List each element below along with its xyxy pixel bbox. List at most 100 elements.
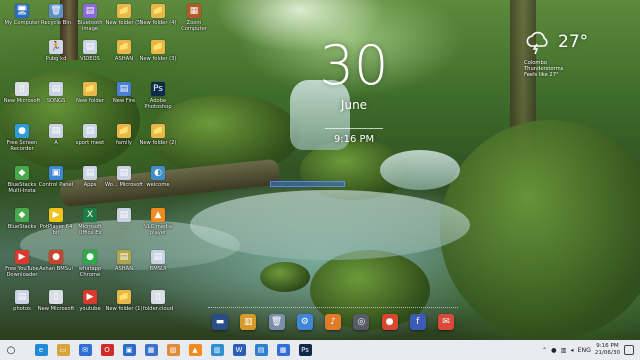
weather-details: Colombo Thunderstorms Feels like 27° [524, 60, 563, 79]
taskbar-paint-button[interactable]: ▨ [162, 340, 184, 360]
taskbar-file-explorer-button[interactable]: ▭ [52, 340, 74, 360]
desktop-icon[interactable]: ● Ashan BMSuI [38, 250, 74, 272]
desktop-icon[interactable]: ▤ Apps [72, 166, 108, 188]
desktop-icon[interactable]: 📁 New folder (5) [105, 4, 143, 26]
desktop-icon-glyph: ● [49, 250, 63, 264]
desktop-icon[interactable]: 📁 New folder (1) [105, 290, 143, 312]
desktop-icon-glyph: ▯ [49, 290, 63, 304]
taskbar-word-button[interactable]: W [228, 340, 250, 360]
desktop-icon[interactable]: ▯ New Microsoft [4, 82, 40, 104]
desktop-icon[interactable]: ▤ Wo... Microsoft [105, 166, 143, 188]
dock-divider [208, 307, 458, 308]
desktop-icon[interactable]: ▤ BMSUI [140, 250, 176, 272]
dock-folder-icon[interactable]: ▥ [240, 314, 257, 330]
desktop-icon-glyph: 📁 [117, 290, 131, 304]
vlc-icon: ▲ [188, 344, 202, 356]
desktop-icon[interactable]: ▤ Bluetooth image [72, 4, 108, 32]
desktop-icon[interactable]: ▤ VIDEOS [72, 40, 108, 62]
taskbar-edge-button[interactable]: e [30, 340, 52, 360]
desktop-icon-glyph: 🖥 [15, 4, 29, 18]
dock-facebook-icon[interactable]: f [409, 314, 426, 330]
start-button[interactable]: ○ [0, 340, 22, 360]
taskbar-mail-button[interactable]: ✉ [74, 340, 96, 360]
desktop-icon-glyph: X [83, 208, 97, 222]
desktop-icon-glyph: ▯ [151, 290, 165, 304]
desktop-icon[interactable]: ◆ BlueStacks [4, 208, 40, 230]
dock-recycle-bin-icon[interactable]: 🗑 [268, 314, 285, 330]
clock-day: 30 [319, 34, 389, 97]
desktop-icon[interactable]: ▤ New Fire [106, 82, 142, 104]
clock-time: 9:16 PM [333, 134, 375, 145]
taskbar-photos-button[interactable]: ▦ [140, 340, 162, 360]
desktop-icon[interactable]: ▦ Zoom Computer [176, 4, 212, 32]
system-tray: ⌃ ● ▥ ◂ ENG 9:16 PM 21/06/30 [542, 340, 640, 360]
dock-media-icon[interactable]: ♪ [325, 314, 341, 330]
desktop-icon[interactable]: X Microsoft Office Ex [72, 208, 108, 236]
desktop-icon[interactable]: ● Free Screen Recorder [4, 124, 40, 152]
taskbar-vlc-button[interactable]: ▲ [184, 340, 206, 360]
desktop-icon[interactable]: ◆ BlueStacks Multi-Insta [4, 166, 40, 194]
desktop-icon[interactable]: 📁 family [106, 124, 142, 146]
desktop-icon-glyph: ▤ [117, 166, 131, 180]
desktop-icon[interactable]: ▲ VLC media player [140, 208, 176, 236]
desktop-icon[interactable]: 📁 New folder [72, 82, 108, 104]
desktop-icon[interactable]: ▯ New Microsoft [38, 290, 74, 312]
desktop-icon-label: Zoom Computer [181, 20, 207, 32]
tray-time: 9:16 PM [596, 343, 619, 349]
dock-chrome-icon[interactable]: ● [381, 314, 398, 330]
desktop-icon-glyph: ▶ [83, 290, 97, 304]
taskbar-store-button[interactable]: ▣ [118, 340, 140, 360]
taskbar-calendar-button[interactable]: ▦ [272, 340, 294, 360]
network-icon[interactable]: ▥ [561, 347, 567, 354]
dock-bar: ▬ ▥ 🗑 ⚙ ♪ ◎ ● f ✉ [208, 309, 458, 335]
desktop-icon[interactable]: ▤ ASHAN [106, 250, 142, 272]
desktop-icon[interactable]: 🗑 Recycle Bin [38, 4, 74, 26]
desktop-icon-glyph: ◆ [15, 208, 29, 222]
edge-icon: e [34, 344, 48, 356]
desktop-icon[interactable]: ▤ sport meet [72, 124, 108, 146]
language-indicator[interactable]: ENG [578, 347, 591, 354]
notification-icon[interactable] [624, 345, 634, 355]
tray-clock[interactable]: 9:16 PM 21/06/30 [595, 343, 620, 357]
desktop-icon[interactable]: ▣ Control Panel [38, 166, 74, 188]
desktop-icon[interactable]: ▤ A [38, 124, 74, 146]
desktop-icon[interactable]: ▤ photos [4, 290, 40, 312]
desktop-icon[interactable]: ● whatapp Chrome [72, 250, 108, 278]
taskbar-chat-button[interactable]: ▤ [250, 340, 272, 360]
desktop-icon[interactable]: 📁 New folder (3) [139, 40, 177, 62]
paint-icon: ▨ [166, 344, 180, 356]
taskbar-photoshop-button[interactable]: Ps [294, 340, 316, 360]
dock-desktop-icon[interactable]: ▬ [212, 314, 228, 330]
desktop-icon[interactable]: 📁 New folder (2) [139, 124, 177, 146]
desktop-icon-glyph: Ps [151, 82, 165, 96]
desktop-icon-glyph: ▤ [117, 250, 131, 264]
desktop-icon[interactable]: 📁 ASHAN [106, 40, 142, 62]
desktop-icon-label: BMSUI [149, 266, 167, 272]
desktop-icon[interactable]: ▯ folder.cloud [140, 290, 176, 312]
desktop-icon[interactable]: ▶ youtube [72, 290, 108, 312]
taskbar-pictures-button[interactable]: ▥ [206, 340, 228, 360]
desktop-icon-glyph: ▤ [15, 290, 29, 304]
desktop-icon[interactable]: Ps Adobe Photoshop [140, 82, 176, 110]
desktop-icon-glyph: 📁 [117, 40, 131, 54]
dock-camera-icon[interactable]: ◎ [353, 314, 370, 330]
desktop-icon[interactable]: ▤… [106, 208, 142, 230]
volume-icon[interactable]: ◂ [570, 347, 573, 354]
desktop-icon[interactable]: ▶ Free YouTube Downloader [4, 250, 40, 278]
chat-icon: ▤ [254, 344, 268, 356]
desktop-icon[interactable]: 📁 New folder (4) [139, 4, 177, 26]
taskbar-opera-button[interactable]: O [96, 340, 118, 360]
desktop-icon[interactable]: ▤ SONGS [38, 82, 74, 104]
clock-divider [325, 128, 383, 129]
opera-icon: O [100, 344, 114, 356]
desktop-icon-label: VLC media player [144, 224, 172, 236]
desktop-icon[interactable]: 🏃 Pubg kd [38, 40, 74, 62]
dock-mail-icon[interactable]: ✉ [438, 314, 454, 330]
chevron-up-icon[interactable]: ⌃ [542, 347, 547, 354]
dock-settings-icon[interactable]: ⚙ [296, 314, 313, 330]
desktop-icon[interactable]: ▶ PotPlayer 64 bit [38, 208, 74, 236]
desktop-icon[interactable]: 🖥 My Computer [4, 4, 40, 26]
microphone-icon[interactable]: ● [551, 347, 556, 354]
desktop-icon-glyph: ▤ [49, 124, 63, 138]
desktop-icon[interactable]: ◐ welcome [140, 166, 176, 188]
